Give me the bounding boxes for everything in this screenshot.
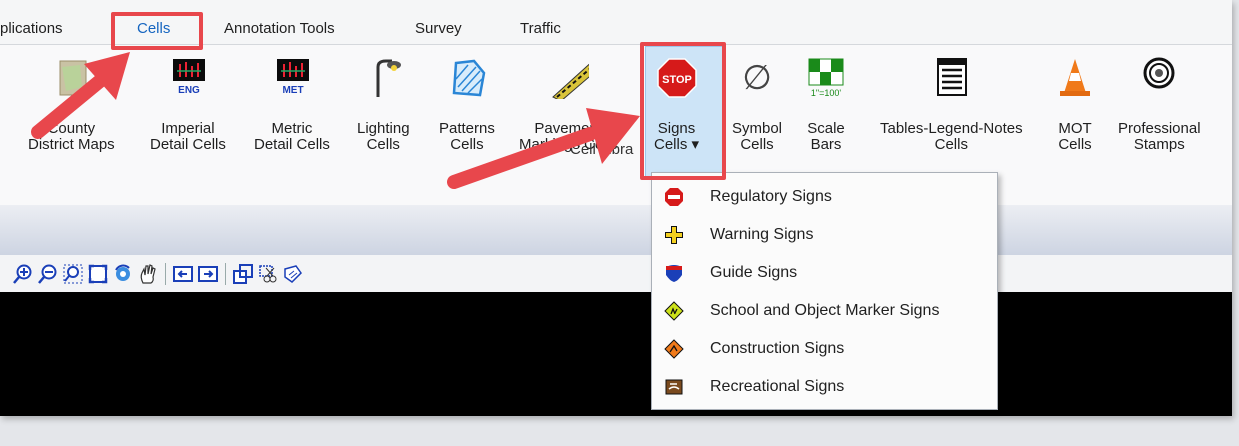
view-attributes-icon[interactable] xyxy=(282,263,304,285)
pan-view-icon[interactable] xyxy=(137,263,159,285)
recreational-sign-icon xyxy=(664,377,684,397)
table-legend-icon xyxy=(930,57,972,99)
tab-traffic[interactable]: Traffic xyxy=(520,20,561,37)
empty-set-glyph: ∅ xyxy=(742,59,772,97)
drawing-view-canvas[interactable] xyxy=(0,292,1232,416)
tables-legend-notes-cells-label: Tables-Legend-Notes Cells xyxy=(880,120,1023,153)
symbol-cells-label: Symbol Cells xyxy=(732,120,783,153)
menu-item-label: Regulatory Signs xyxy=(710,188,832,205)
empty-set-symbol-icon: ∅ xyxy=(736,57,778,99)
construction-sign-icon xyxy=(664,339,684,359)
rotate-view-icon[interactable] xyxy=(112,263,134,285)
met-badge-text: MET xyxy=(282,85,303,96)
professional-stamps-button[interactable]: Professional Stamps xyxy=(1118,57,1201,153)
metric-detail-cells-button[interactable]: MET Metric Detail Cells xyxy=(254,57,330,153)
menu-item-regulatory-signs[interactable]: Regulatory Signs xyxy=(652,178,997,216)
clip-volume-icon[interactable] xyxy=(257,263,279,285)
tab-survey[interactable]: Survey xyxy=(415,20,462,37)
traffic-cone-icon xyxy=(1054,57,1096,99)
tables-legend-notes-cells-button[interactable]: Tables-Legend-Notes Cells xyxy=(880,57,1023,153)
zoom-in-icon[interactable] xyxy=(12,263,34,285)
copy-view-icon[interactable] xyxy=(232,263,254,285)
professional-stamps-label: Professional Stamps xyxy=(1118,120,1201,153)
menu-item-label: School and Object Marker Signs xyxy=(710,302,940,319)
menu-item-label: Recreational Signs xyxy=(710,378,845,395)
fit-view-icon[interactable] xyxy=(87,263,109,285)
scale-bar-icon: 1"=100' xyxy=(805,57,847,99)
guide-sign-icon xyxy=(664,263,684,283)
scale-bars-label: Scale Bars xyxy=(807,120,845,153)
view-title-bar xyxy=(0,205,1232,255)
metric-met-icon: MET xyxy=(271,57,313,99)
menu-item-warning-signs[interactable]: Warning Signs xyxy=(652,216,997,254)
zoom-window-icon[interactable] xyxy=(62,263,84,285)
annotation-arrow-cells xyxy=(31,52,130,139)
mot-cells-label: MOT Cells xyxy=(1058,120,1092,153)
signs-cells-dropdown-menu: Regulatory Signs Warning Signs Guide Sig… xyxy=(651,172,998,410)
menu-item-school-and-object-marker-signs[interactable]: School and Object Marker Signs xyxy=(652,292,997,330)
toolbar-separator xyxy=(225,263,226,285)
professional-stamp-icon xyxy=(1138,57,1180,99)
annotation-arrow-signs xyxy=(447,108,640,189)
scale-text: 1"=100' xyxy=(811,88,841,98)
menu-item-guide-signs[interactable]: Guide Signs xyxy=(652,254,997,292)
lighting-cells-label: Lighting Cells xyxy=(357,120,410,153)
next-view-icon[interactable] xyxy=(197,263,219,285)
eng-badge-text: ENG xyxy=(178,85,200,96)
mot-cells-button[interactable]: MOT Cells xyxy=(1054,57,1096,153)
metric-detail-cells-label: Metric Detail Cells xyxy=(254,120,330,153)
menu-item-recreational-signs[interactable]: Recreational Signs xyxy=(652,368,997,406)
toolbar-separator xyxy=(165,263,166,285)
warning-sign-icon xyxy=(664,225,684,245)
imperial-eng-icon: ENG xyxy=(167,57,209,99)
previous-view-icon[interactable] xyxy=(172,263,194,285)
tab-applications[interactable]: plications xyxy=(0,20,63,37)
symbol-cells-button[interactable]: ∅ Symbol Cells xyxy=(732,57,782,153)
street-light-icon xyxy=(362,57,404,99)
zoom-out-icon[interactable] xyxy=(37,263,59,285)
menu-item-label: Construction Signs xyxy=(710,340,845,357)
tab-annotation-tools[interactable]: Annotation Tools xyxy=(224,20,335,37)
scale-bars-button[interactable]: 1"=100' Scale Bars xyxy=(805,57,847,153)
regulatory-sign-icon xyxy=(664,187,684,207)
menu-item-label: Warning Signs xyxy=(710,226,814,243)
imperial-detail-cells-button[interactable]: ENG Imperial Detail Cells xyxy=(150,57,226,153)
lighting-cells-button[interactable]: Lighting Cells xyxy=(357,57,410,153)
imperial-detail-cells-label: Imperial Detail Cells xyxy=(150,120,226,153)
menu-item-label: Guide Signs xyxy=(710,264,798,281)
menu-item-construction-signs[interactable]: Construction Signs xyxy=(652,330,997,368)
school-sign-icon xyxy=(664,301,684,321)
